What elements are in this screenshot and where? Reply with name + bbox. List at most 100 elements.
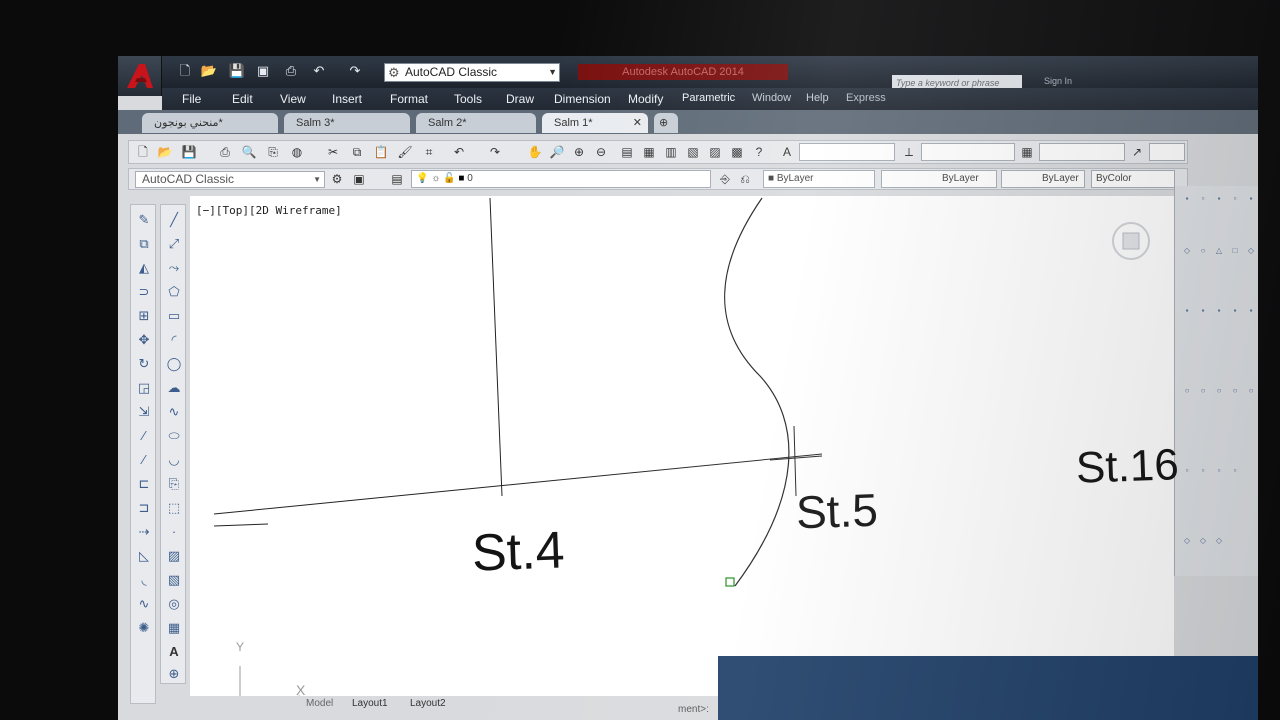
tab-salm-2[interactable]: Salm 2*	[416, 113, 536, 133]
menu-modify[interactable]: Modify	[628, 92, 663, 106]
markup-icon[interactable]: ▨	[707, 144, 723, 160]
layer-combo[interactable]: 💡 ☼ 🔓 ■ 0	[411, 170, 711, 188]
tool-icon[interactable]: ▫	[1229, 194, 1241, 204]
menu-draw[interactable]: Draw	[506, 92, 534, 106]
redo-icon[interactable]: ↷	[487, 144, 503, 160]
save-as-icon[interactable]: ▣	[254, 62, 272, 80]
join-icon[interactable]: ⇢	[135, 523, 153, 541]
tab-layout1[interactable]: Layout1	[352, 698, 388, 709]
multiline-text-icon[interactable]: A	[165, 643, 183, 661]
copy-object-icon[interactable]: ⧉	[135, 235, 153, 253]
erase-icon[interactable]: ✎	[135, 211, 153, 229]
region-icon[interactable]: ◎	[165, 595, 183, 613]
tool-icon[interactable]: ○	[1213, 386, 1225, 396]
open-icon[interactable]: 📂	[200, 62, 218, 80]
make-current-icon[interactable]: ⎆	[717, 171, 733, 187]
plotstyle-combo[interactable]: ByColor	[1091, 170, 1175, 188]
viewcube[interactable]	[1110, 220, 1152, 262]
tool-icon[interactable]: ◇	[1245, 246, 1257, 256]
workspace-selector[interactable]: ⚙ AutoCAD Classic ▼	[384, 63, 560, 82]
point-icon[interactable]: ·	[165, 523, 183, 541]
offset-icon[interactable]: ⊃	[135, 283, 153, 301]
paste-icon[interactable]: 📋	[373, 144, 389, 160]
tool-icon[interactable]: ▫	[1213, 466, 1225, 476]
layer-properties-icon[interactable]: ▤	[389, 171, 405, 187]
redo-icon[interactable]: ↷	[346, 62, 364, 80]
tool-icon[interactable]: ▪	[1213, 306, 1225, 316]
tab-layout2[interactable]: Layout2	[410, 698, 446, 709]
copy-icon[interactable]: ⧉	[349, 144, 365, 160]
revision-cloud-icon[interactable]: ☁	[165, 379, 183, 397]
tab-salm-1[interactable]: Salm 1* ✕	[542, 113, 648, 133]
zoom-previous-icon[interactable]: ⊖	[593, 144, 609, 160]
table-style-combo[interactable]	[1039, 143, 1125, 161]
close-icon[interactable]: ✕	[633, 113, 642, 133]
layer-previous-icon[interactable]: ⎌	[737, 171, 753, 187]
dim-style-combo[interactable]	[921, 143, 1015, 161]
grip-marker[interactable]	[725, 577, 735, 587]
dim-style-icon[interactable]: ⟂	[901, 144, 917, 160]
zoom-window-icon[interactable]: ⊕	[571, 144, 587, 160]
workspace-combo[interactable]: AutoCAD Classic ▼	[135, 171, 325, 188]
tool-icon[interactable]: ▪	[1181, 306, 1193, 316]
tool-icon[interactable]: ▫	[1181, 466, 1193, 476]
mleader-style-icon[interactable]: ↗	[1129, 144, 1145, 160]
tab-model[interactable]: Model	[306, 698, 333, 709]
command-line[interactable]: ment>:	[678, 704, 709, 715]
spline-icon[interactable]: ∿	[165, 403, 183, 421]
arc-icon[interactable]: ◜	[165, 331, 183, 349]
tool-icon[interactable]: ◇	[1181, 536, 1193, 546]
match-properties-icon[interactable]: 🖌	[397, 144, 413, 160]
properties-icon[interactable]: ▤	[619, 144, 635, 160]
mleader-style-combo[interactable]	[1149, 143, 1185, 161]
tab-curve-drawing[interactable]: منحني بونجون*	[142, 113, 278, 133]
new-icon[interactable]: 🗋	[176, 62, 194, 80]
tool-icon[interactable]: ▪	[1181, 194, 1193, 204]
rectangle-icon[interactable]: ▭	[165, 307, 183, 325]
ellipse-icon[interactable]: ⬭	[165, 427, 183, 445]
help-icon[interactable]: ?	[751, 144, 767, 160]
menu-help[interactable]: Help	[806, 92, 829, 104]
tool-icon[interactable]: ◇	[1197, 536, 1209, 546]
extend-icon[interactable]: ⁄	[135, 451, 153, 469]
fillet-icon[interactable]: ◟	[135, 571, 153, 589]
table-style-icon[interactable]: ▦	[1019, 144, 1035, 160]
rotate-icon[interactable]: ↻	[135, 355, 153, 373]
text-style-combo[interactable]	[799, 143, 895, 161]
tool-icon[interactable]: ▪	[1229, 306, 1241, 316]
menu-express[interactable]: Express	[846, 92, 886, 104]
text-style-icon[interactable]: A	[779, 144, 795, 160]
explode-icon[interactable]: ✺	[135, 619, 153, 637]
tool-icon[interactable]: ▪	[1213, 194, 1225, 204]
line-icon[interactable]: ╱	[165, 211, 183, 229]
polygon-icon[interactable]: ⬠	[165, 283, 183, 301]
block-editor-icon[interactable]: ⌗	[421, 144, 437, 160]
calculator-icon[interactable]: ▩	[729, 144, 745, 160]
scale-icon[interactable]: ◲	[135, 379, 153, 397]
tool-icon[interactable]: ▪	[1197, 306, 1209, 316]
tool-icon[interactable]: ▫	[1229, 466, 1241, 476]
sign-in-link[interactable]: Sign In	[1044, 76, 1072, 86]
circle-icon[interactable]: ◯	[165, 355, 183, 373]
tool-icon[interactable]: ▫	[1197, 194, 1209, 204]
ellipse-arc-icon[interactable]: ◡	[165, 451, 183, 469]
tool-icon[interactable]: ○	[1181, 386, 1193, 396]
tab-salm-3[interactable]: Salm 3*	[284, 113, 410, 133]
menu-format[interactable]: Format	[390, 92, 428, 106]
make-block-icon[interactable]: ⬚	[165, 499, 183, 517]
table-icon[interactable]: ▦	[165, 619, 183, 637]
menu-insert[interactable]: Insert	[332, 92, 362, 106]
zoom-realtime-icon[interactable]: 🔎	[549, 144, 565, 160]
undo-icon[interactable]: ↶	[310, 62, 328, 80]
add-selected-icon[interactable]: ⊕	[165, 665, 183, 683]
workspace-settings-icon[interactable]: ⚙	[329, 171, 345, 187]
pan-icon[interactable]: ✋	[527, 144, 543, 160]
cut-icon[interactable]: ✂	[325, 144, 341, 160]
tool-icon[interactable]: ○	[1229, 386, 1241, 396]
plot-preview-icon[interactable]: 🔍	[241, 144, 257, 160]
new-tab-button[interactable]: ⊕	[654, 113, 678, 133]
plot-icon[interactable]: ⎙	[217, 144, 233, 160]
application-menu-button[interactable]	[118, 56, 162, 96]
publish-icon[interactable]: ⎘	[265, 144, 281, 160]
3d-print-icon[interactable]: ◍	[289, 144, 305, 160]
